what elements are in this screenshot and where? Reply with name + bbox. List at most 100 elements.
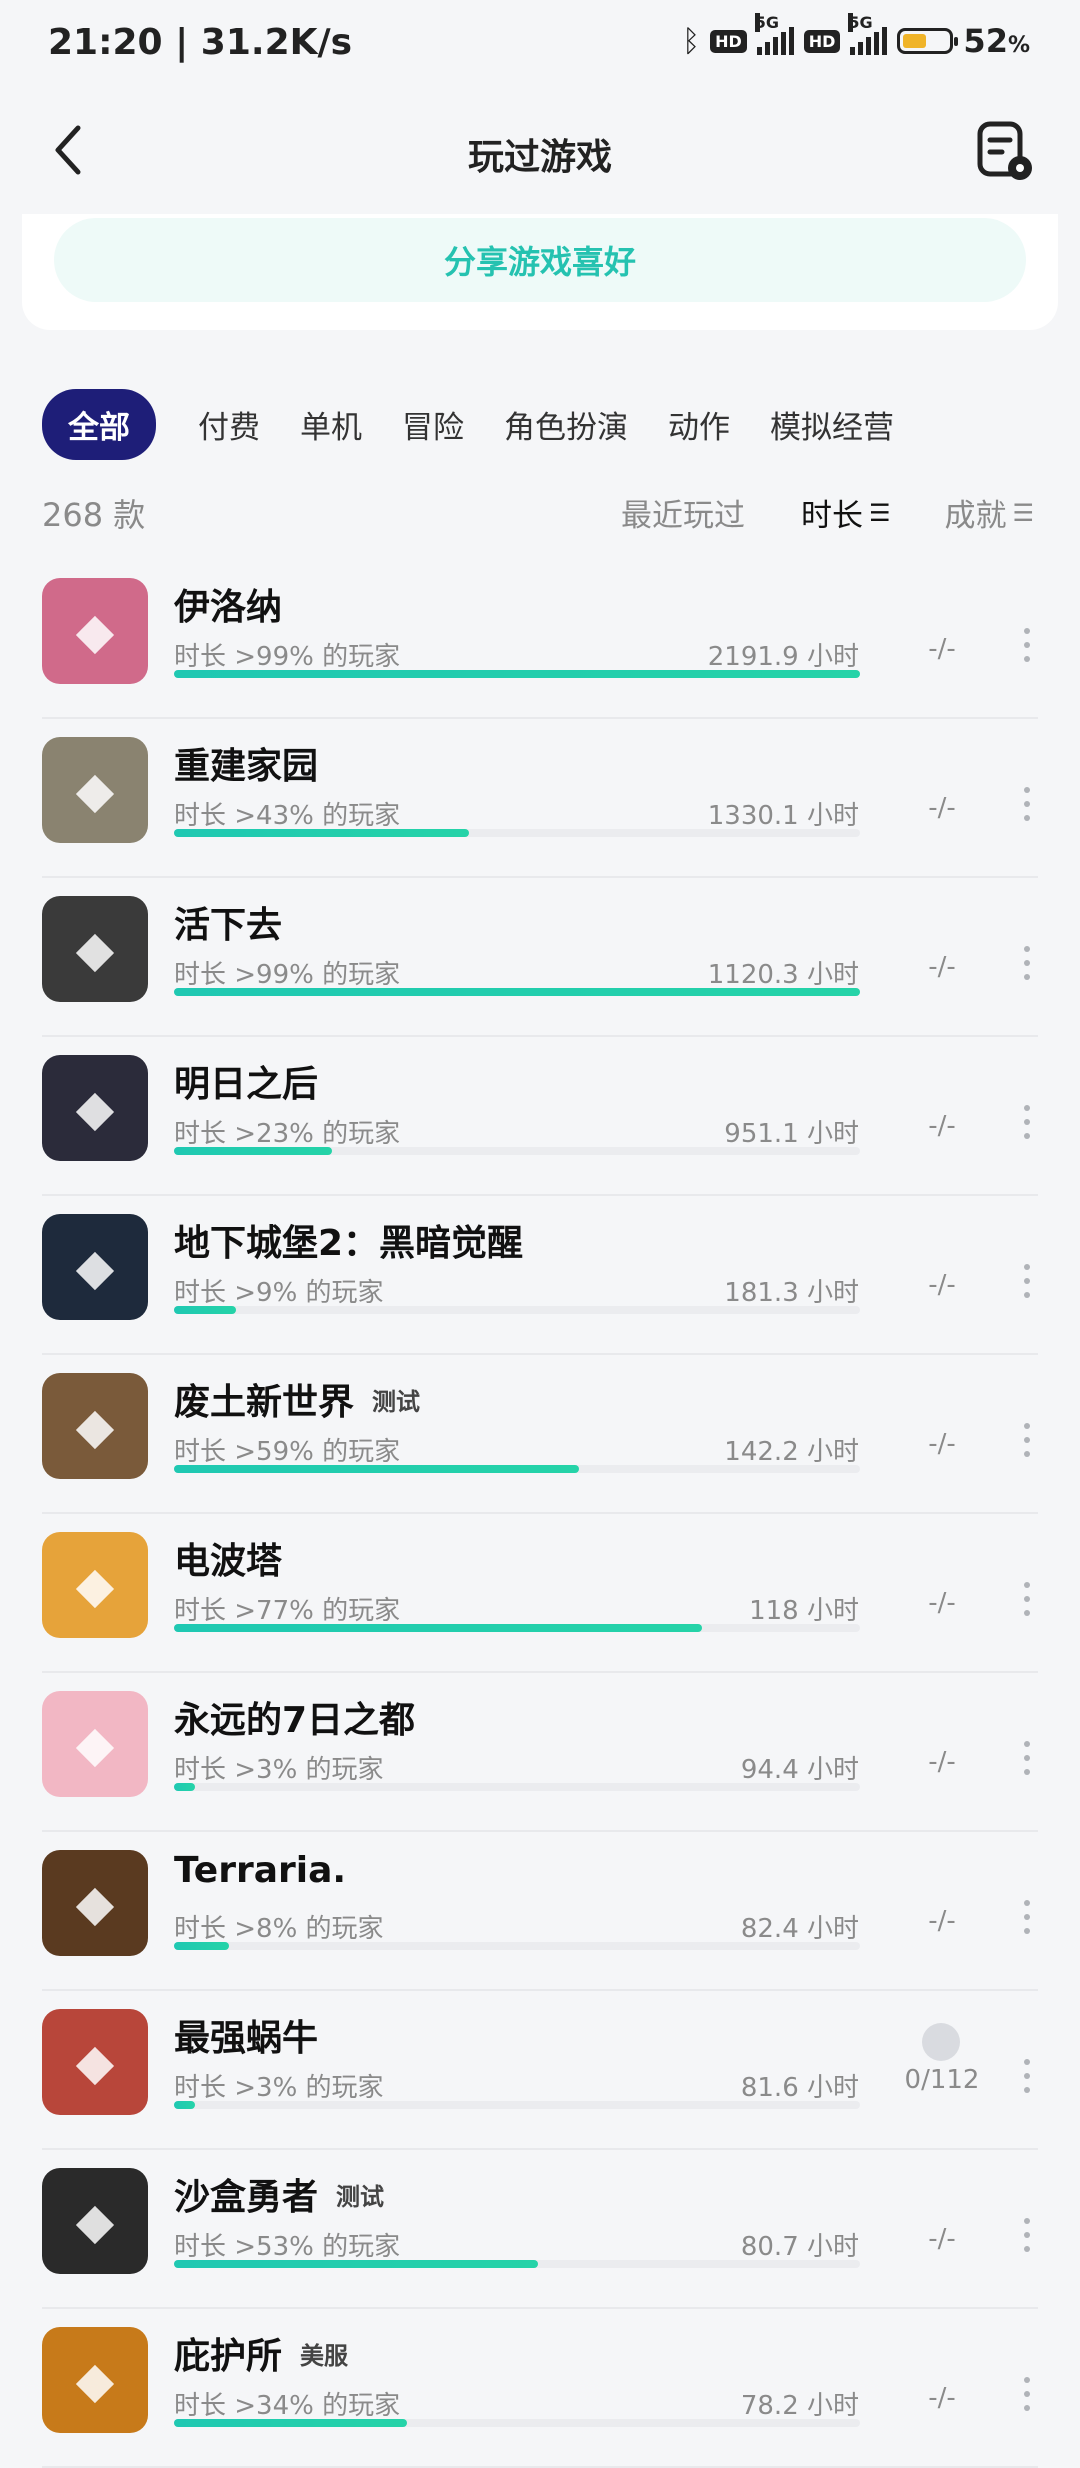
game-name: 最强蜗牛 (174, 2018, 319, 2059)
playtime-progress-fill (174, 1147, 332, 1155)
tab-action[interactable]: 动作 (668, 402, 730, 447)
more-options-icon[interactable] (1024, 2377, 1032, 2419)
game-name-wrap: 重建家园 (174, 737, 336, 789)
tab-all[interactable]: 全部 (42, 388, 156, 460)
game-icon-glyph: ◆ (75, 602, 115, 660)
game-icon-glyph: ◆ (75, 920, 115, 978)
playtime-progress-fill (174, 829, 469, 837)
game-name: 电波塔 (174, 1541, 283, 1582)
tab-paid[interactable]: 付费 (198, 402, 260, 447)
game-icon[interactable]: ◆ (42, 1373, 148, 1479)
playtime-progress-fill (174, 1942, 229, 1950)
achievement-count: -/- (928, 1270, 956, 1300)
game-percentile: 时长 >34% 的玩家 (174, 2391, 401, 2421)
sort-icon: ☰ (868, 498, 890, 527)
game-icon[interactable]: ◆ (42, 1532, 148, 1638)
playtime-progress (174, 1783, 860, 1791)
game-icon[interactable]: ◆ (42, 737, 148, 843)
game-name: 废土新世界 (174, 1382, 355, 1423)
game-name-wrap: Terraria. (174, 1850, 364, 1891)
game-hours: 78.2 小时 (740, 2391, 859, 2421)
header: 玩过游戏 (0, 96, 1080, 214)
playtime-progress-fill (174, 1783, 195, 1791)
more-options-icon[interactable] (1024, 1423, 1032, 1465)
game-percentile: 时长 >53% 的玩家 (174, 2232, 401, 2262)
game-hours: 80.7 小时 (740, 2232, 859, 2262)
sort-duration[interactable]: 时长 ☰ (801, 490, 890, 535)
game-row[interactable]: ◆ 庇护所 美服 时长 >34% 的玩家 78.2 小时 -/- (0, 2309, 1080, 2468)
status-icons: ᛒ HD 5G HD 5G 52% (682, 13, 1030, 60)
tab-rpg[interactable]: 角色扮演 (504, 402, 628, 447)
game-icon-glyph: ◆ (75, 1715, 115, 1773)
more-options-icon[interactable] (1024, 1582, 1032, 1624)
playtime-progress (174, 670, 860, 678)
tab-simulation[interactable]: 模拟经营 (770, 402, 894, 447)
more-options-icon[interactable] (1024, 628, 1032, 670)
game-badge: 测试 (372, 1387, 421, 1416)
more-options-icon[interactable] (1024, 1105, 1032, 1147)
playtime-progress (174, 988, 860, 996)
achievement-count: 0/112 (904, 2065, 980, 2095)
game-row[interactable]: ◆ 废土新世界 测试 时长 >59% 的玩家 142.2 小时 -/- (0, 1355, 1080, 1514)
game-icon[interactable]: ◆ (42, 1055, 148, 1161)
playtime-progress (174, 1306, 860, 1314)
more-options-icon[interactable] (1024, 787, 1032, 829)
game-percentile: 时长 >43% 的玩家 (174, 801, 401, 831)
sort-achievement[interactable]: 成就 ☰ (944, 490, 1033, 535)
sort-recent[interactable]: 最近玩过 (621, 490, 745, 535)
game-row[interactable]: ◆ 沙盒勇者 测试 时长 >53% 的玩家 80.7 小时 -/- (0, 2150, 1080, 2309)
playtime-progress-fill (174, 1465, 579, 1473)
game-row[interactable]: ◆ Terraria. 时长 >8% 的玩家 82.4 小时 -/- (0, 1832, 1080, 1991)
list-settings-icon[interactable] (976, 120, 1036, 184)
share-preference-button[interactable]: 分享游戏喜好 (54, 218, 1026, 302)
tab-adventure[interactable]: 冒险 (402, 402, 464, 447)
playtime-progress (174, 829, 860, 837)
game-icon[interactable]: ◆ (42, 2327, 148, 2433)
game-row[interactable]: ◆ 永远的7日之都 时长 >3% 的玩家 94.4 小时 -/- (0, 1673, 1080, 1832)
tab-single[interactable]: 单机 (300, 402, 362, 447)
more-options-icon[interactable] (1024, 1900, 1032, 1942)
more-options-icon[interactable] (1024, 2059, 1032, 2101)
playtime-progress-fill (174, 1624, 703, 1632)
game-row[interactable]: ◆ 电波塔 时长 >77% 的玩家 118 小时 -/- (0, 1514, 1080, 1673)
share-card: 分享游戏喜好 (22, 214, 1058, 330)
more-options-icon[interactable] (1024, 946, 1032, 988)
game-icon[interactable]: ◆ (42, 1214, 148, 1320)
game-icon[interactable]: ◆ (42, 1850, 148, 1956)
more-options-icon[interactable] (1024, 1264, 1032, 1306)
game-name: 明日之后 (174, 1064, 319, 1105)
game-list: ◆ 伊洛纳 时长 >99% 的玩家 2191.9 小时 -/- ◆ 重建家园 时… (0, 560, 1080, 2468)
game-row[interactable]: ◆ 地下城堡2：黑暗觉醒 时长 >9% 的玩家 181.3 小时 -/- (0, 1196, 1080, 1355)
achievement-count: -/- (928, 952, 956, 982)
game-icon-glyph: ◆ (75, 1079, 115, 1137)
game-hours: 181.3 小时 (724, 1278, 859, 1308)
playtime-progress (174, 1942, 860, 1950)
game-badge: 美服 (300, 2341, 349, 2370)
game-icon-glyph: ◆ (75, 1397, 115, 1455)
playtime-progress-fill (174, 2260, 538, 2268)
achievement-count: -/- (928, 1588, 956, 1618)
hd-icon: HD (710, 29, 747, 53)
game-percentile: 时长 >77% 的玩家 (174, 1596, 401, 1626)
signal-icon: 5G (754, 13, 794, 55)
game-row[interactable]: ◆ 最强蜗牛 时长 >3% 的玩家 81.6 小时 0/112 (0, 1991, 1080, 2150)
game-name-wrap: 伊洛纳 (174, 578, 300, 630)
game-name: 沙盒勇者 (174, 2177, 319, 2218)
game-row[interactable]: ◆ 伊洛纳 时长 >99% 的玩家 2191.9 小时 -/- (0, 560, 1080, 719)
game-icon-glyph: ◆ (75, 1874, 115, 1932)
game-icon-glyph: ◆ (75, 2351, 115, 2409)
sort-icon: ☰ (1012, 498, 1033, 527)
game-icon[interactable]: ◆ (42, 1691, 148, 1797)
game-icon[interactable]: ◆ (42, 578, 148, 684)
game-count: 268 款 (42, 496, 146, 534)
bluetooth-icon: ᛒ (682, 23, 701, 59)
game-icon[interactable]: ◆ (42, 2009, 148, 2115)
more-options-icon[interactable] (1024, 1741, 1032, 1783)
game-icon[interactable]: ◆ (42, 896, 148, 1002)
more-options-icon[interactable] (1024, 2218, 1032, 2260)
game-row[interactable]: ◆ 明日之后 时长 >23% 的玩家 951.1 小时 -/- (0, 1037, 1080, 1196)
game-row[interactable]: ◆ 重建家园 时长 >43% 的玩家 1330.1 小时 -/- (0, 719, 1080, 878)
game-row[interactable]: ◆ 活下去 时长 >99% 的玩家 1120.3 小时 -/- (0, 878, 1080, 1037)
game-icon[interactable]: ◆ (42, 2168, 148, 2274)
game-hours: 951.1 小时 (724, 1119, 859, 1149)
